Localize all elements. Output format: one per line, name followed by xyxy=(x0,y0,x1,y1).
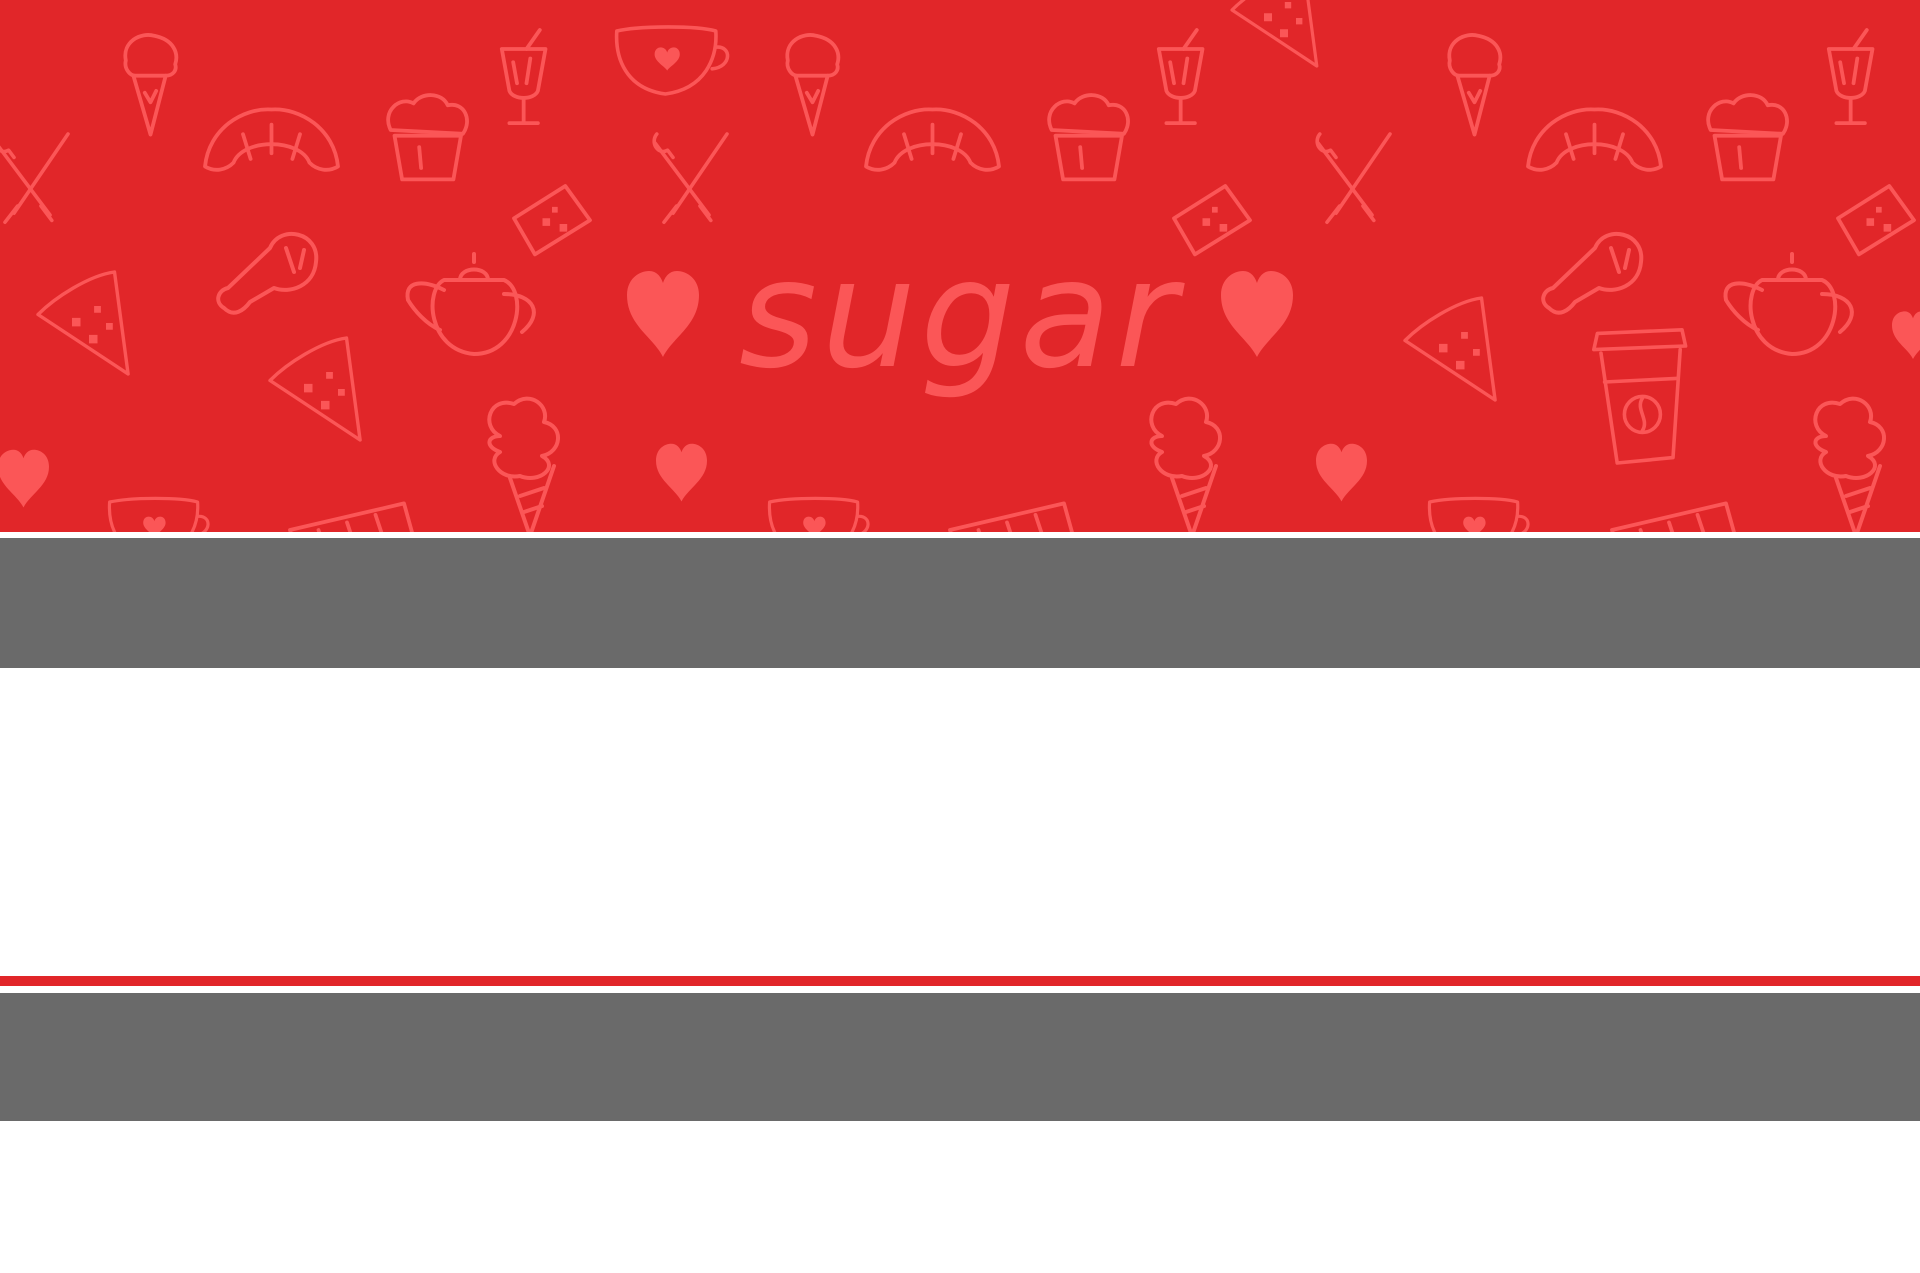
croissant-icon xyxy=(203,107,340,172)
cocktail-glass-icon xyxy=(1156,28,1205,126)
ice-cream-cone-icon xyxy=(123,33,179,137)
grey-band-top xyxy=(0,538,1920,668)
knife-spatula-icon xyxy=(652,132,729,225)
cake-icon xyxy=(948,501,1074,532)
teacup-icon xyxy=(107,496,210,532)
cupcake-icon xyxy=(386,93,469,182)
red-divider-line xyxy=(0,976,1920,986)
cupcake-icon xyxy=(1047,93,1130,182)
knife-spatula-icon xyxy=(1315,132,1392,225)
croissant-icon xyxy=(1526,107,1663,172)
pie-slice-icon xyxy=(1230,0,1319,68)
cake-icon xyxy=(1610,501,1736,532)
ice-cream-cone-icon xyxy=(1447,33,1503,137)
knife-spatula-icon xyxy=(0,132,70,225)
ice-cream-cone-icon xyxy=(785,33,841,137)
cake-icon xyxy=(288,501,414,532)
heart-icon xyxy=(656,443,707,502)
heart-icon xyxy=(626,271,699,357)
croissant-icon xyxy=(864,107,1001,172)
teacup-icon xyxy=(767,496,870,532)
brand-banner: sugar xyxy=(0,0,1920,532)
soft-serve-icon xyxy=(1149,396,1222,532)
soft-serve-icon xyxy=(1813,396,1886,532)
teacup-icon xyxy=(1427,496,1530,532)
heart-icon xyxy=(1316,443,1367,502)
content-area xyxy=(0,668,1920,976)
cupcake-icon xyxy=(1706,93,1789,182)
soft-serve-icon xyxy=(487,396,560,532)
cocktail-glass-icon xyxy=(1826,28,1875,126)
brand-wordmark: sugar xyxy=(0,215,1920,415)
cocktail-glass-icon xyxy=(499,28,548,126)
heart-icon xyxy=(1221,271,1294,357)
teacup-icon xyxy=(614,25,730,96)
brand-name: sugar xyxy=(738,228,1182,402)
grey-band-bottom xyxy=(0,993,1920,1121)
heart-icon xyxy=(0,449,50,508)
